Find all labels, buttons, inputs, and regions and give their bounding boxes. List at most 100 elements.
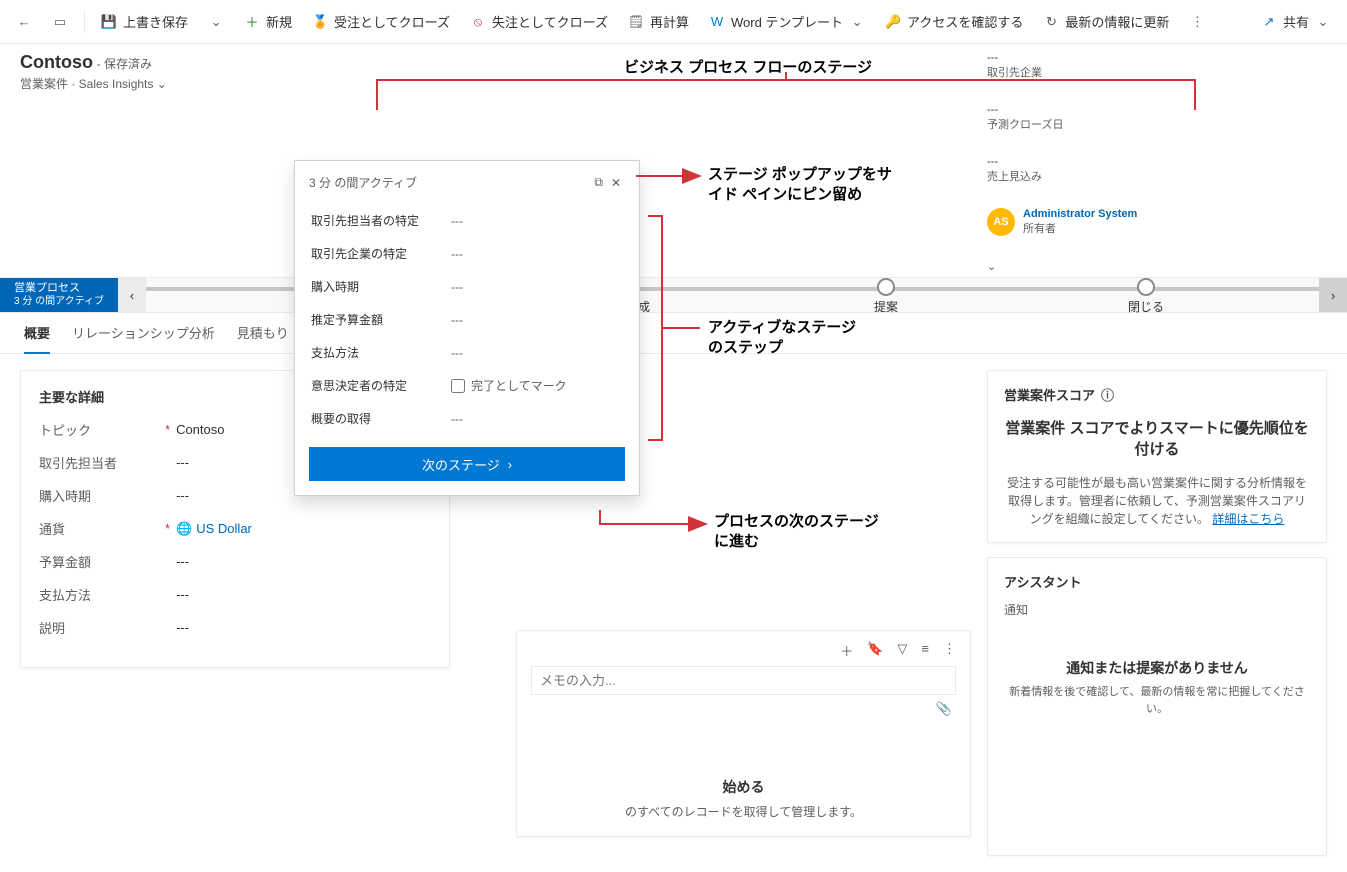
- recalculate-button[interactable]: 🗒 再計算: [620, 6, 697, 38]
- bookmark-icon[interactable]: 🔖: [867, 641, 883, 660]
- attachment-icon[interactable]: 📎: [936, 701, 952, 716]
- field-currency[interactable]: 通貨*🌐US Dollar: [39, 519, 431, 538]
- save-options-button[interactable]: ⌄: [200, 6, 232, 38]
- bpf-stage-propose[interactable]: 提案: [826, 278, 946, 315]
- close-lost-label: 失注としてクローズ: [492, 12, 608, 31]
- note-input[interactable]: [531, 666, 956, 695]
- prohibit-icon: ⦸: [470, 14, 486, 30]
- chevron-down-icon: ⌄: [1315, 14, 1331, 30]
- main-content: 主要な詳細 トピック*Contoso 取引先担当者*--- 購入時期*--- 通…: [0, 354, 1347, 872]
- open-record-set-button[interactable]: ▭: [44, 6, 76, 38]
- dock-icon[interactable]: ⧉: [590, 171, 607, 194]
- globe-icon: 🌐: [176, 521, 192, 537]
- chevron-down-icon[interactable]: ⌄: [157, 77, 167, 91]
- filter-icon[interactable]: ▽: [897, 641, 907, 660]
- assistant-card: アシスタント 通知 通知または提案がありません 新着情報を後で確認して、最新の情…: [987, 557, 1327, 856]
- recalc-label: 再計算: [650, 12, 689, 31]
- bpf-prev-button[interactable]: ‹: [118, 278, 146, 312]
- word-label: Word テンプレート: [731, 12, 843, 31]
- share-button[interactable]: ↗ 共有 ⌄: [1253, 6, 1339, 38]
- step-decision-maker[interactable]: 意思決定者の特定完了としてマーク: [309, 369, 625, 402]
- avatar: AS: [987, 208, 1015, 236]
- timeline-start-body: のすべてのレコードを取得して管理します。: [531, 797, 956, 826]
- score-body: 受注する可能性が最も高い営業案件に関する分析情報を取得します。管理者に依頼して、…: [1004, 474, 1310, 528]
- command-bar: ← ▭ 💾 上書き保存 ⌄ ＋ 新規 🏅 受注としてクローズ ⦸ 失注としてクローズ 🗒…: [0, 0, 1347, 44]
- save-button[interactable]: 💾 上書き保存: [93, 6, 196, 38]
- score-title: 営業案件 スコアでよりスマートに優先順位を付ける: [1004, 418, 1310, 460]
- field-budget[interactable]: 予算金額*---: [39, 552, 431, 571]
- close-lost-button[interactable]: ⦸ 失注としてクローズ: [462, 6, 616, 38]
- key-icon: 🔑: [885, 14, 901, 30]
- step-budget[interactable]: 推定予算金額---: [309, 303, 625, 336]
- open-record-set-icon: ▭: [52, 14, 68, 30]
- step-capture-summary[interactable]: 概要の取得---: [309, 402, 625, 435]
- score-link[interactable]: 詳細はこちら: [1212, 512, 1284, 526]
- expand-header-button[interactable]: ⌄: [987, 260, 1327, 273]
- refresh-button[interactable]: ↻ 最新の情報に更新: [1035, 6, 1177, 38]
- new-button[interactable]: ＋ 新規: [236, 6, 300, 38]
- field-description[interactable]: 説明*---: [39, 618, 431, 637]
- mark-complete-checkbox[interactable]: [451, 379, 465, 393]
- new-label: 新規: [266, 12, 292, 31]
- tab-summary[interactable]: 概要: [24, 323, 50, 354]
- stage-flyout: 3 分 の間アクティブ ⧉ ✕ 取引先担当者の特定--- 取引先企業の特定---…: [294, 160, 640, 496]
- timeline-card: ＋ 🔖 ▽ ≡ ⋮ 📎 始める のすべてのレコードを取得して管理します。: [516, 630, 971, 837]
- field-payment[interactable]: 支払方法*---: [39, 585, 431, 604]
- info-icon[interactable]: ⓘ: [1101, 385, 1114, 404]
- trophy-icon: 🏅: [312, 14, 328, 30]
- tab-quotes[interactable]: 見積もり: [237, 323, 289, 353]
- bpf-next-button[interactable]: ›: [1319, 278, 1347, 312]
- plus-icon: ＋: [244, 14, 260, 30]
- chevron-down-icon: ⌄: [208, 14, 224, 30]
- bpf-stage-close[interactable]: 閉じる: [1086, 278, 1206, 315]
- back-button[interactable]: ←: [8, 6, 40, 38]
- timeline-start-title: 始める: [531, 777, 956, 797]
- share-icon: ↗: [1261, 14, 1277, 30]
- close-icon[interactable]: ✕: [607, 172, 625, 194]
- step-identify-contact[interactable]: 取引先担当者の特定---: [309, 204, 625, 237]
- record-header: Contoso - 保存済み 営業案件 · Sales Insights ⌄ -…: [0, 44, 1347, 277]
- record-title: Contoso: [20, 52, 93, 72]
- assistant-heading: アシスタント: [1004, 572, 1310, 591]
- chevron-right-icon: ›: [508, 457, 512, 472]
- step-payment[interactable]: 支払方法---: [309, 336, 625, 369]
- assistant-empty-sub: 新着情報を後で確認して、最新の情報を常に把握してください。: [1004, 684, 1310, 717]
- step-purchase-timeframe[interactable]: 購入時期---: [309, 270, 625, 303]
- flyout-title: 3 分 の間アクティブ: [309, 174, 417, 191]
- record-subtitle: 営業案件 · Sales Insights ⌄: [20, 75, 167, 92]
- chevron-down-icon: ⌄: [849, 14, 865, 30]
- add-activity-button[interactable]: ＋: [840, 641, 853, 660]
- save-icon: 💾: [101, 14, 117, 30]
- close-won-button[interactable]: 🏅 受注としてクローズ: [304, 6, 458, 38]
- tab-relationship[interactable]: リレーションシップ分析: [72, 323, 215, 353]
- header-field-estrevenue: ---売上見込み: [987, 156, 1327, 184]
- assistant-empty-msg: 通知または提案がありません: [1004, 658, 1310, 678]
- business-process-flow: 営業プロセス 3 分 の間アクティブ ‹ 見込みありと評価 (3 分) 提案作成…: [0, 277, 1347, 313]
- more-commands-button[interactable]: ⋮: [1181, 6, 1213, 38]
- more-icon: ⋮: [1189, 14, 1205, 30]
- separator: [84, 11, 85, 33]
- save-label: 上書き保存: [123, 12, 188, 31]
- share-label: 共有: [1283, 12, 1309, 31]
- refresh-label: 最新の情報に更新: [1065, 12, 1169, 31]
- refresh-icon: ↻: [1043, 14, 1059, 30]
- check-access-label: アクセスを確認する: [907, 12, 1023, 31]
- step-identify-account[interactable]: 取引先企業の特定---: [309, 237, 625, 270]
- close-won-label: 受注としてクローズ: [334, 12, 450, 31]
- score-heading: 営業案件スコアⓘ: [1004, 385, 1310, 404]
- header-field-closedate: ---予測クローズ日: [987, 104, 1327, 132]
- word-template-button[interactable]: WWord テンプレート⌄: [701, 6, 873, 38]
- next-stage-button[interactable]: 次のステージ›: [309, 447, 625, 481]
- header-field-account: ---取引先企業: [987, 52, 1327, 80]
- sort-icon[interactable]: ≡: [921, 641, 929, 660]
- opportunity-score-card: 営業案件スコアⓘ 営業案件 スコアでよりスマートに優先順位を付ける 受注する可能…: [987, 370, 1327, 543]
- back-icon: ←: [16, 14, 32, 30]
- assistant-tab[interactable]: 通知: [1004, 601, 1310, 618]
- header-field-owner: AS Administrator System所有者: [987, 208, 1327, 236]
- more-icon[interactable]: ⋮: [943, 641, 956, 660]
- calculator-icon: 🗒: [628, 14, 644, 30]
- form-tabs: 概要 リレーションシップ分析 見積もり: [0, 313, 1347, 354]
- save-status: - 保存済み: [97, 57, 152, 71]
- check-access-button[interactable]: 🔑 アクセスを確認する: [877, 6, 1031, 38]
- bpf-process-label[interactable]: 営業プロセス 3 分 の間アクティブ: [0, 278, 118, 312]
